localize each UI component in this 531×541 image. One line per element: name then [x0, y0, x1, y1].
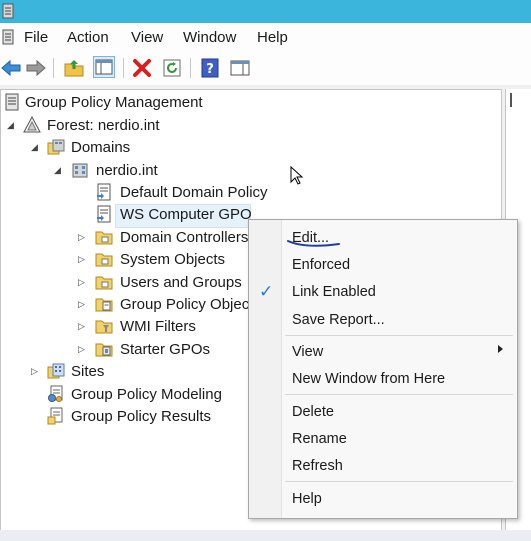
menu-item-rename[interactable]: Rename: [292, 431, 347, 447]
menu-action[interactable]: Action: [67, 29, 109, 46]
status-bar: [0, 530, 531, 541]
tree-label: WMI Filters: [120, 318, 196, 335]
menu-file[interactable]: File: [24, 29, 48, 46]
tree-label: Group Policy Modeling: [71, 386, 222, 403]
back-icon[interactable]: [0, 57, 22, 79]
gp-modeling-icon: [47, 385, 65, 403]
toolbar: ?: [0, 51, 531, 85]
title-bar: [0, 0, 531, 23]
menu-item-new-window[interactable]: New Window from Here: [292, 371, 445, 387]
tree-label: Group Policy Results: [71, 408, 212, 425]
window-menu-icon[interactable]: [2, 29, 14, 45]
mouse-cursor-icon: [290, 165, 304, 189]
sites-icon: [47, 362, 65, 380]
tree-label: WS Computer GPO: [120, 206, 252, 223]
show-hide-action-pane-icon[interactable]: [229, 57, 251, 79]
menu-view[interactable]: View: [131, 29, 163, 46]
ou-folder-icon: [95, 250, 113, 268]
menu-separator: [285, 481, 513, 482]
toolbar-separator: [53, 58, 54, 78]
help-icon[interactable]: ?: [199, 57, 221, 79]
gpmc-app-icon: [2, 3, 14, 19]
menu-item-delete[interactable]: Delete: [292, 404, 334, 420]
context-menu-gutter: [249, 220, 282, 518]
forward-icon[interactable]: [25, 57, 47, 79]
delete-icon[interactable]: [131, 57, 153, 79]
tree-label: Users and Groups: [120, 274, 242, 291]
menu-separator: [285, 335, 513, 336]
menu-item-enforced[interactable]: Enforced: [292, 257, 350, 273]
collapse-arrow-icon[interactable]: ◢: [7, 120, 17, 130]
menu-help[interactable]: Help: [257, 29, 288, 46]
menu-window[interactable]: Window: [183, 29, 236, 46]
collapse-arrow-icon[interactable]: ◢: [31, 142, 41, 152]
menu-item-refresh[interactable]: Refresh: [292, 458, 343, 474]
menu-item-save-report[interactable]: Save Report...: [292, 312, 385, 328]
expand-arrow-icon[interactable]: ▷: [78, 344, 88, 354]
pane-edge-glyph: [510, 93, 516, 107]
menu-item-link-enabled[interactable]: Link Enabled: [292, 284, 376, 300]
tree-label: Starter GPOs: [120, 341, 211, 358]
gpm-console-icon: [3, 93, 21, 111]
gpo-folder-icon: [95, 295, 113, 313]
menu-item-help[interactable]: Help: [292, 491, 322, 507]
tree-label: nerdio.int: [96, 162, 158, 179]
expand-arrow-icon[interactable]: ▷: [78, 277, 88, 287]
svg-text:?: ?: [206, 62, 214, 77]
forest-icon: [23, 115, 41, 134]
tree-label: Group Policy Objec: [120, 296, 250, 313]
menu-bar: File Action View Window Help: [0, 23, 531, 51]
ou-folder-icon: [95, 273, 113, 291]
gpo-link-icon: [95, 205, 113, 223]
annotation-underline: [287, 235, 341, 251]
domains-icon: [47, 138, 65, 156]
ou-folder-icon: [95, 228, 113, 246]
expand-arrow-icon[interactable]: ▷: [78, 232, 88, 242]
expand-arrow-icon[interactable]: ▷: [31, 366, 41, 376]
menu-separator: [285, 394, 513, 395]
tree-label: Sites: [71, 363, 105, 380]
submenu-arrow-icon: [498, 345, 503, 353]
tree-label: Domains: [71, 139, 131, 156]
expand-arrow-icon[interactable]: ▷: [78, 254, 88, 264]
collapse-arrow-icon[interactable]: ◢: [54, 165, 64, 175]
up-folder-icon[interactable]: [63, 57, 85, 79]
wmi-folder-icon: [95, 317, 113, 335]
menu-item-view[interactable]: View: [292, 344, 323, 360]
expand-arrow-icon[interactable]: ▷: [78, 299, 88, 309]
tree-label: Domain Controllers: [120, 229, 249, 246]
toolbar-separator: [190, 58, 191, 78]
tree-label: Group Policy Management: [25, 94, 203, 111]
gp-results-icon: [47, 407, 65, 425]
tree-label: System Objects: [120, 251, 226, 268]
gpo-link-icon: [95, 183, 113, 201]
checkmark-icon: ✓: [259, 282, 274, 301]
tree-label: Default Domain Policy: [120, 184, 268, 201]
toolbar-separator: [123, 58, 124, 78]
context-menu: Edit... Enforced ✓ Link Enabled Save Rep…: [248, 219, 518, 519]
tree-label: Forest: nerdio.int: [47, 117, 160, 134]
domain-icon: [71, 161, 89, 179]
show-hide-tree-icon[interactable]: [93, 56, 115, 78]
expand-arrow-icon[interactable]: ▷: [78, 321, 88, 331]
refresh-icon[interactable]: [161, 57, 183, 79]
starter-gpo-folder-icon: [95, 340, 113, 358]
